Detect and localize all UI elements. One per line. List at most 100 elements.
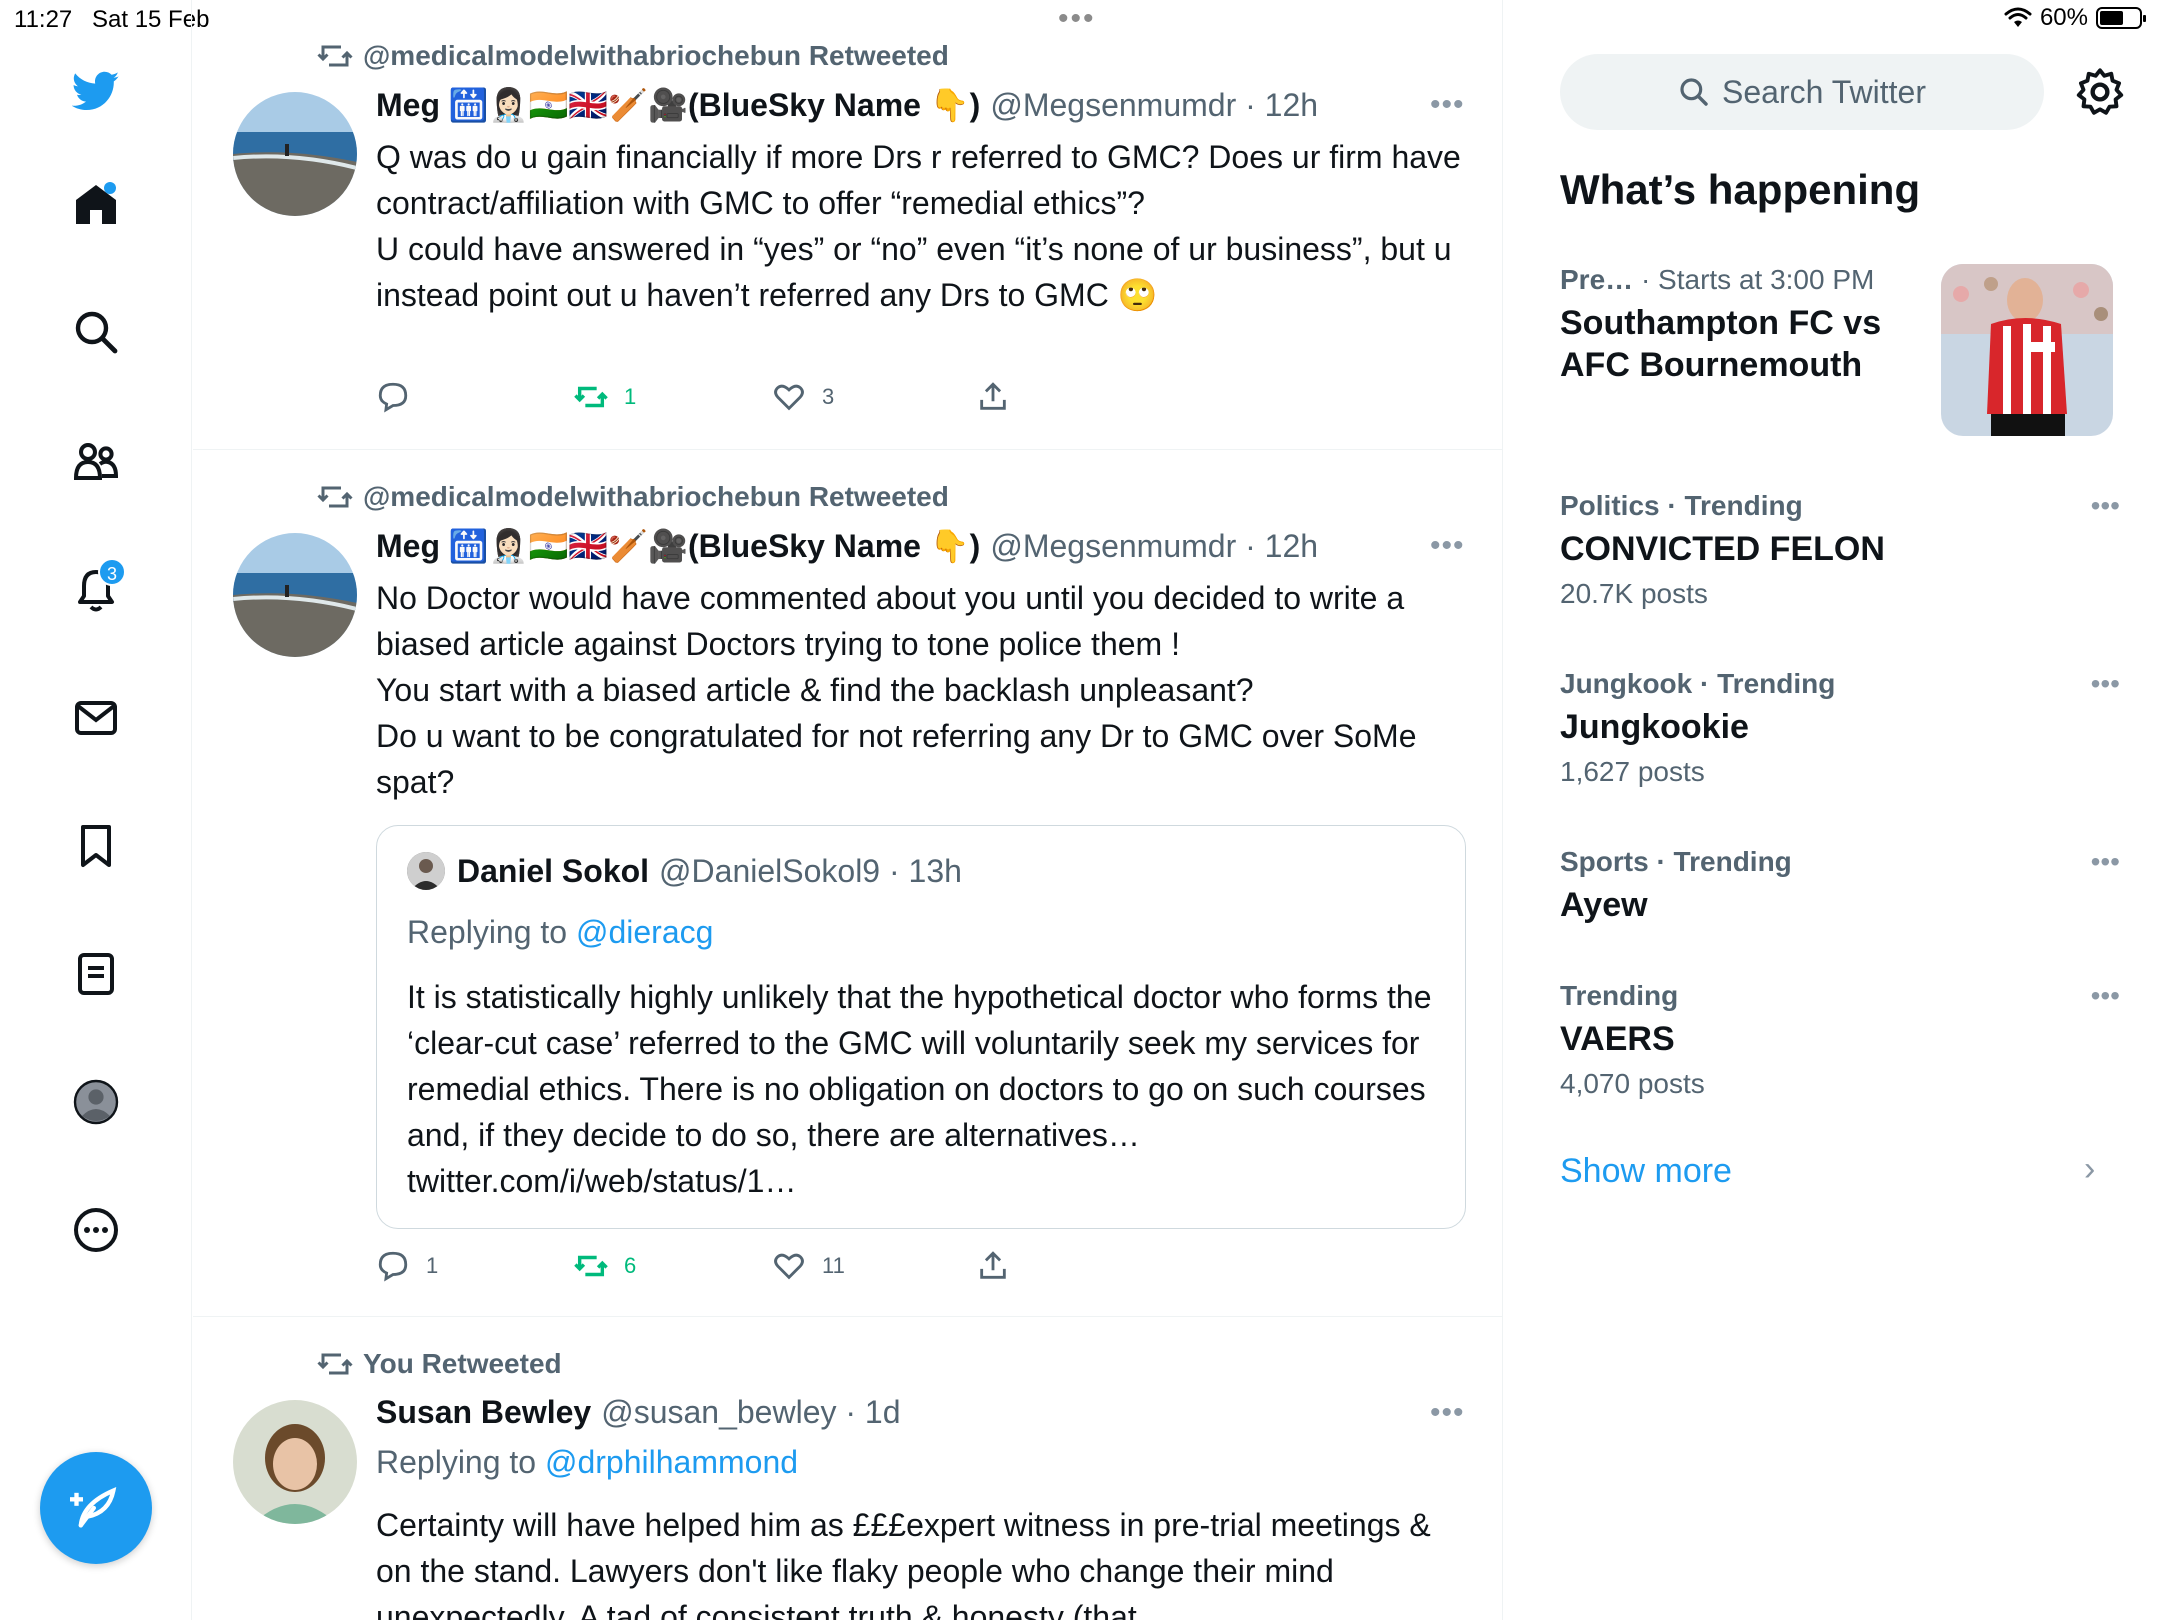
trend-item[interactable]: Sports · Trending Ayew ••• [1560, 846, 2120, 926]
tweet[interactable]: You Retweeted Susan Bewley @susan_bewley… [193, 1318, 1502, 1620]
trend-item[interactable]: Politics · Trending CONVICTED FELON 20.7… [1560, 490, 2120, 610]
whats-happening-heading: What’s happening [1560, 166, 1921, 213]
author-handle-time[interactable]: @Megsenmumdr · 12h [990, 87, 1318, 124]
show-more-link[interactable]: Show more [1560, 1152, 1732, 1191]
event-category: Pre… [1560, 264, 1634, 295]
tweet-actions: 1 3 [376, 380, 1096, 420]
retweet-button[interactable]: 1 [574, 380, 636, 414]
trend-item[interactable]: Trending VAERS 4,070 posts ••• [1560, 980, 2120, 1100]
avatar[interactable] [233, 533, 357, 657]
trend-title: Ayew [1560, 886, 1648, 924]
bookmarks-icon[interactable] [66, 816, 126, 876]
author-name[interactable]: Meg 🛗👩🏻‍⚕️🇮🇳🇬🇧🏏🎥(BlueSky Name 👇) [376, 86, 980, 124]
trend-category: Jungkook · Trending [1560, 668, 1836, 699]
author-name[interactable]: Susan Bewley [376, 1394, 591, 1431]
like-button[interactable]: 11 [772, 1249, 845, 1283]
notifications-icon[interactable]: 3 [66, 558, 126, 620]
replying-to-link[interactable]: @drphilhammond [545, 1444, 798, 1480]
like-count: 11 [822, 1253, 845, 1278]
notifications-count-badge: 3 [98, 558, 126, 586]
home-new-dot [104, 182, 116, 194]
trend-item[interactable]: Jungkook · Trending Jungkookie 1,627 pos… [1560, 668, 2120, 788]
event-item[interactable]: Pre… · Starts at 3:00 PM Southampton FC … [1560, 264, 1920, 386]
trend-more-icon[interactable]: ••• [2091, 668, 2120, 700]
tweet-text: Certainty will have helped him as £££exp… [376, 1507, 1431, 1620]
reply-icon [378, 1251, 408, 1282]
trend-post-count: 4,070 posts [1560, 1068, 1705, 1099]
profile-icon[interactable] [66, 1072, 126, 1132]
search-input[interactable]: Search Twitter [1560, 54, 2044, 130]
trend-category: Sports · Trending [1560, 846, 1792, 877]
quoted-replying-to: Replying to @dieracg [407, 914, 714, 950]
share-button[interactable] [976, 380, 1010, 414]
quoted-author-handle-time: @DanielSokol9 · 13h [659, 852, 962, 889]
retweeted-by-label[interactable]: @medicalmodelwithabriochebun Retweeted [363, 481, 949, 513]
twitter-logo-icon[interactable] [66, 60, 126, 120]
retweeted-by-label[interactable]: You Retweeted [363, 1348, 562, 1380]
trend-post-count: 20.7K posts [1560, 578, 1708, 609]
event-image[interactable] [1941, 264, 2113, 436]
retweet-icon [317, 1353, 353, 1375]
trend-more-icon[interactable]: ••• [2091, 846, 2120, 878]
avatar[interactable] [233, 1400, 357, 1524]
share-icon [980, 382, 1006, 410]
tweet[interactable]: @medicalmodelwithabriochebun Retweeted M… [193, 0, 1502, 450]
reply-icon [378, 382, 408, 413]
retweet-count: 1 [624, 384, 637, 409]
trend-more-icon[interactable]: ••• [2091, 980, 2120, 1012]
like-button[interactable]: 3 [772, 380, 834, 414]
quoted-avatar [407, 852, 445, 890]
more-icon[interactable] [66, 1200, 126, 1260]
replying-to-link[interactable]: @dieracg [576, 914, 713, 950]
quoted-tweet[interactable]: Daniel Sokol @DanielSokol9 · 13h Replyin… [376, 825, 1466, 1229]
gear-icon[interactable] [2074, 66, 2126, 118]
tweet-more-icon[interactable]: ••• [1430, 88, 1465, 122]
chevron-right-icon[interactable]: › [2084, 1150, 2095, 1189]
home-icon[interactable] [66, 174, 126, 234]
event-time: · Starts at 3:00 PM [1640, 264, 1875, 295]
retweet-button[interactable]: 6 [574, 1249, 636, 1283]
heart-icon [774, 1253, 804, 1280]
author-name[interactable]: Meg 🛗👩🏻‍⚕️🇮🇳🇬🇧🏏🎥(BlueSky Name 👇) [376, 527, 980, 565]
search-placeholder: Search Twitter [1722, 73, 1926, 110]
search-icon[interactable] [66, 302, 126, 362]
retweet-icon [574, 386, 608, 408]
reply-count: 1 [426, 1253, 439, 1278]
retweeted-by-label[interactable]: @medicalmodelwithabriochebun Retweeted [363, 40, 949, 72]
tweet-more-icon[interactable]: ••• [1430, 529, 1465, 563]
trend-category: Politics · Trending [1560, 490, 1803, 521]
compose-icon [70, 1487, 117, 1528]
right-sidebar: Search Twitter What’s happening Pre… · S… [1504, 0, 2160, 1620]
avatar[interactable] [233, 92, 357, 216]
compose-tweet-button[interactable] [40, 1452, 152, 1564]
trend-title: VAERS [1560, 1020, 1675, 1058]
share-button[interactable] [976, 1249, 1010, 1283]
trend-title: CONVICTED FELON [1560, 530, 1885, 568]
like-count: 3 [822, 384, 835, 409]
communities-icon[interactable] [66, 430, 126, 490]
trend-more-icon[interactable]: ••• [2091, 490, 2120, 522]
trend-category: Trending [1560, 980, 1679, 1011]
messages-icon[interactable] [66, 688, 126, 748]
reply-button[interactable] [376, 380, 426, 414]
trend-post-count: 1,627 posts [1560, 756, 1705, 787]
author-handle-time[interactable]: @susan_bewley · 1d [601, 1394, 900, 1431]
search-icon [1680, 78, 1708, 106]
author-handle-time[interactable]: @Megsenmumdr · 12h [990, 528, 1318, 565]
heart-icon [774, 384, 804, 411]
tweet-more-icon[interactable]: ••• [1430, 1396, 1465, 1430]
replying-to: Replying to @drphilhammond [376, 1444, 799, 1480]
quoted-text: It is statistically highly unlikely that… [407, 979, 1432, 1199]
timeline[interactable]: @medicalmodelwithabriochebun Retweeted M… [193, 0, 1503, 1620]
reply-button[interactable]: 1 [376, 1249, 438, 1283]
tweet-text: Q was do u gain financially if more Drs … [376, 139, 1461, 313]
lists-icon[interactable] [66, 944, 126, 1004]
trend-title: Jungkookie [1560, 708, 1749, 746]
tweet[interactable]: @medicalmodelwithabriochebun Retweeted M… [193, 451, 1502, 1317]
left-navigation: 3 [0, 0, 192, 1620]
retweet-icon [317, 486, 353, 508]
event-title: Southampton FC vs AFC Bournemouth [1560, 304, 1882, 384]
retweet-icon [574, 1255, 608, 1277]
tweet-actions: 1 6 11 [376, 1249, 1096, 1289]
quoted-author-name: Daniel Sokol [457, 852, 650, 889]
